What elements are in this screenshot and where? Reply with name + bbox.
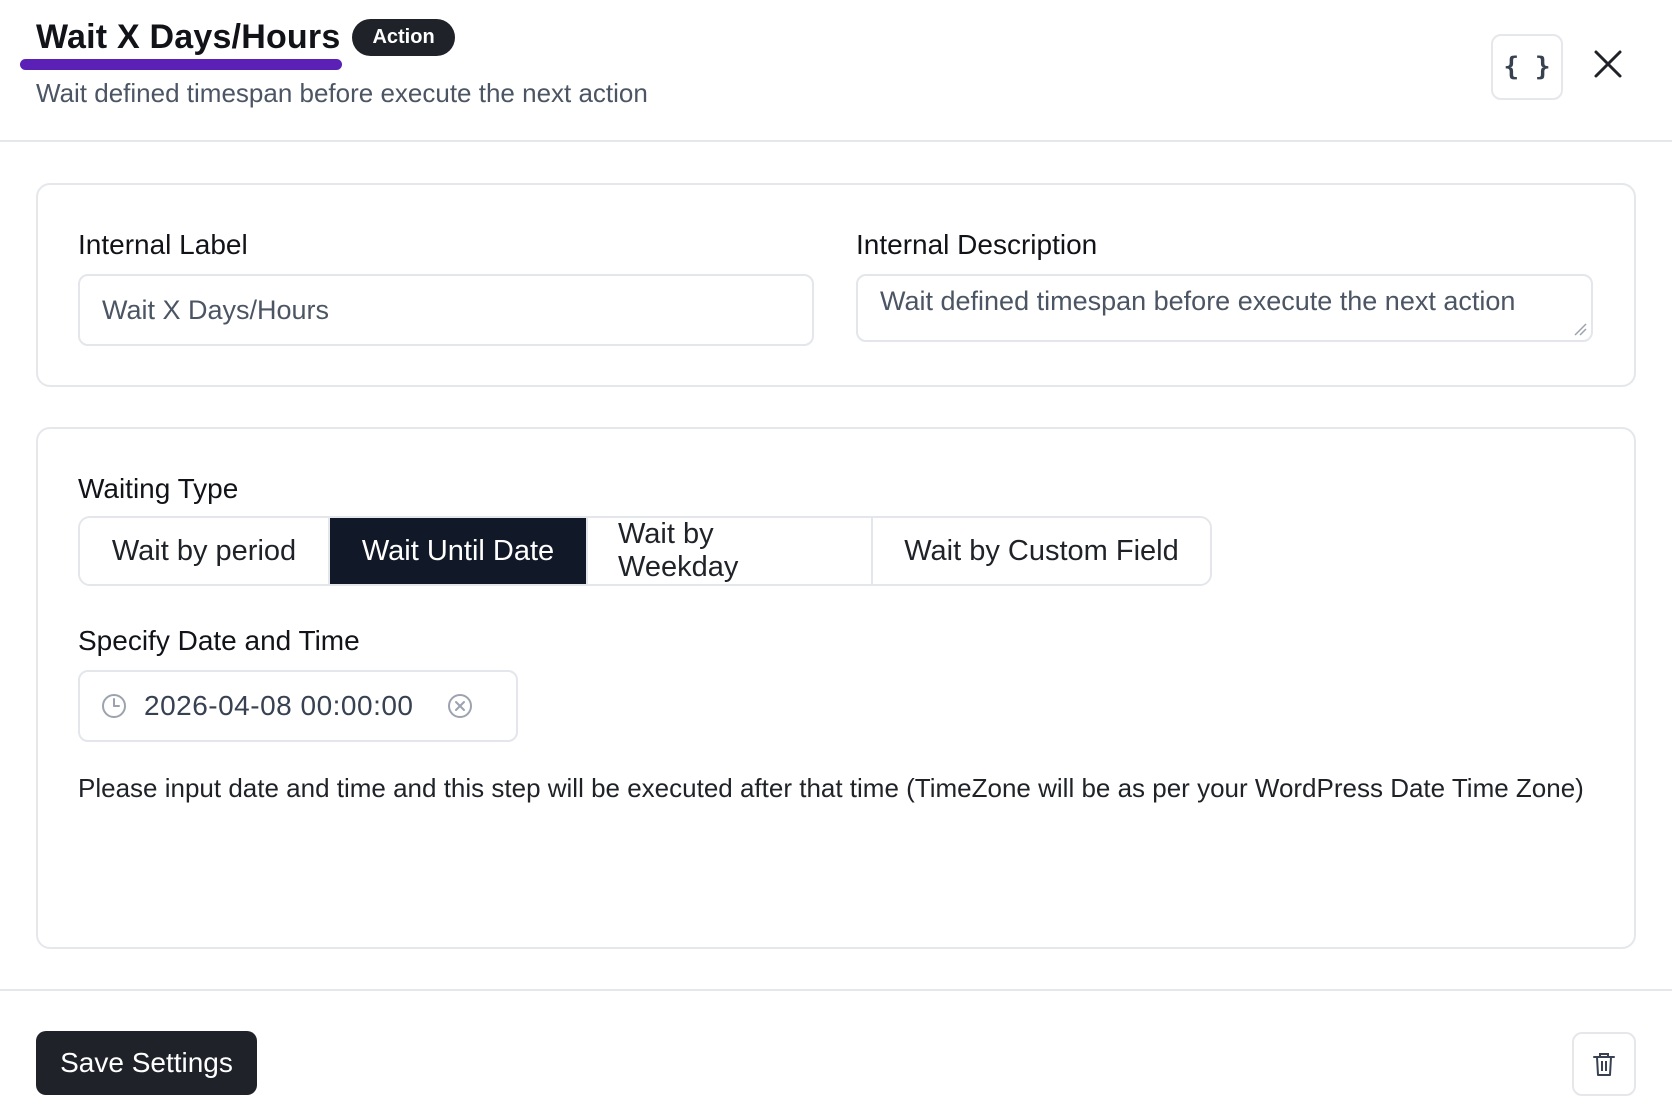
clear-circle-icon[interactable] [446, 692, 474, 720]
close-icon [1594, 50, 1622, 78]
internal-label-title: Internal Label [78, 229, 248, 260]
waiting-settings-card: Waiting Type Wait by period Wait Until D… [36, 427, 1636, 949]
close-button[interactable] [1588, 44, 1628, 84]
waiting-type-selector: Wait by period Wait Until Date Wait by W… [78, 516, 1212, 586]
internal-description-textarea[interactable]: Wait defined timespan before execute the… [856, 274, 1593, 342]
save-settings-button[interactable]: Save Settings [36, 1031, 257, 1095]
footer-divider [0, 989, 1672, 991]
option-wait-by-custom-field[interactable]: Wait by Custom Field [873, 518, 1210, 584]
title-underline [20, 59, 342, 70]
option-wait-by-weekday[interactable]: Wait by Weekday [588, 518, 873, 584]
option-wait-by-period[interactable]: Wait by period [80, 518, 330, 584]
modal-title: Wait X Days/Hours [36, 18, 341, 56]
resize-handle-icon[interactable] [1573, 322, 1587, 336]
option-wait-until-date[interactable]: Wait Until Date [330, 518, 588, 584]
action-badge: Action [352, 19, 455, 56]
trash-icon [1593, 1053, 1615, 1076]
waiting-type-title: Waiting Type [78, 473, 239, 504]
code-braces-icon: { } [1503, 52, 1551, 82]
general-settings-card: Internal Label Wait X Days/Hours Interna… [36, 183, 1636, 387]
internal-label-input[interactable]: Wait X Days/Hours [78, 274, 814, 346]
internal-description-title: Internal Description [856, 229, 1098, 260]
date-time-title: Specify Date and Time [78, 625, 360, 656]
date-time-input[interactable]: 2026-04-08 00:00:00 [78, 670, 518, 742]
code-view-button[interactable]: { } [1491, 34, 1563, 100]
internal-label-value: Wait X Days/Hours [102, 294, 330, 325]
date-help-text: Please input date and time and this step… [78, 773, 1584, 803]
modal-subtitle: Wait defined timespan before execute the… [36, 78, 648, 108]
delete-button[interactable] [1572, 1032, 1636, 1096]
internal-description-value: Wait defined timespan before execute the… [880, 286, 1516, 316]
clock-icon [102, 694, 126, 718]
date-time-value: 2026-04-08 00:00:00 [144, 690, 414, 721]
modal-header: Wait X Days/Hours Action Wait defined ti… [0, 0, 1672, 142]
title-row: Wait X Days/Hours Action [36, 18, 455, 57]
